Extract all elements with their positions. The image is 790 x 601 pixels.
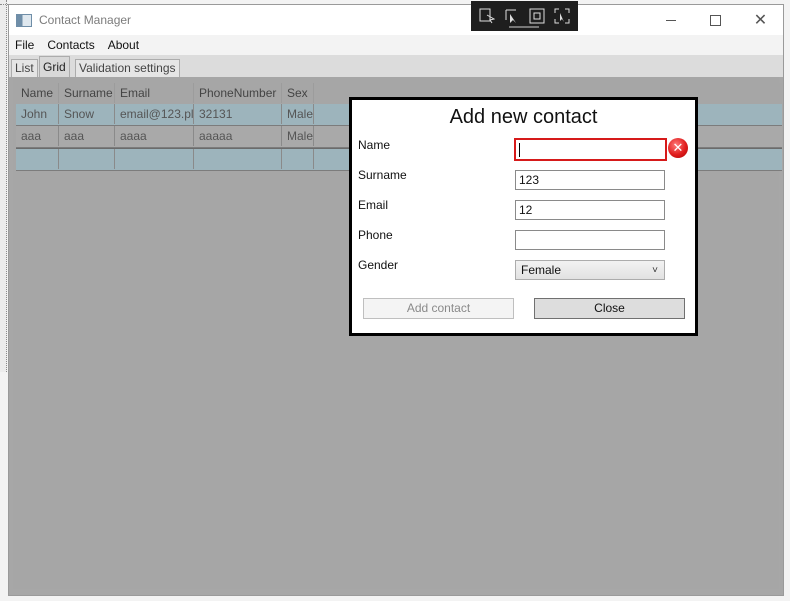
select-element-icon[interactable] xyxy=(478,7,496,25)
cell-sex[interactable]: Male xyxy=(282,104,314,124)
column-header-name[interactable]: Name xyxy=(16,83,59,103)
column-header-email[interactable]: Email xyxy=(115,83,194,103)
tab-list[interactable]: List xyxy=(11,59,38,77)
maximize-icon xyxy=(710,14,721,26)
gender-selected-value: Female xyxy=(521,263,562,277)
title-bar: Contact Manager ✕ xyxy=(9,5,783,35)
gender-select[interactable]: Female ˅ xyxy=(515,260,665,280)
phone-label: Phone xyxy=(358,228,393,242)
close-icon: ✕ xyxy=(753,12,768,29)
name-label: Name xyxy=(358,138,391,152)
column-header-phonenumber[interactable]: PhoneNumber xyxy=(194,83,282,103)
cell-email[interactable] xyxy=(115,149,194,169)
add-contact-dialog: Add new contact Name ✕ Surname 123 Email… xyxy=(349,97,698,336)
email-label: Email xyxy=(358,198,389,212)
window-controls: ✕ xyxy=(648,5,783,35)
column-header-sex[interactable]: Sex xyxy=(282,83,314,103)
close-window-button[interactable]: ✕ xyxy=(738,5,783,35)
cell-name[interactable] xyxy=(16,149,59,169)
track-focus-icon[interactable] xyxy=(553,7,571,25)
maximize-button[interactable] xyxy=(693,5,738,35)
column-header-surname[interactable]: Surname xyxy=(59,83,115,103)
cell-phonenumber[interactable]: aaaaa xyxy=(194,126,282,146)
add-contact-button[interactable]: Add contact xyxy=(363,298,514,319)
menu-file[interactable]: File xyxy=(9,38,41,52)
dialog-title: Add new contact xyxy=(449,106,598,128)
cell-sex[interactable] xyxy=(282,149,314,169)
cell-phonenumber[interactable]: 32131 xyxy=(194,104,282,124)
chevron-down-icon: ˅ xyxy=(652,265,658,276)
pointer-icon[interactable] xyxy=(503,7,521,25)
name-field[interactable] xyxy=(514,138,667,161)
layout-adorner-icon[interactable] xyxy=(528,7,546,25)
cell-surname[interactable]: aaa xyxy=(59,126,115,146)
xaml-runtime-toolbar xyxy=(471,1,578,31)
menu-bar: File Contacts About xyxy=(9,35,783,55)
tab-strip: List Grid Validation settings xyxy=(9,55,783,78)
validation-error-icon: ✕ xyxy=(668,138,688,158)
app-icon xyxy=(16,13,32,27)
text-caret xyxy=(519,142,520,157)
close-button[interactable]: Close xyxy=(534,298,685,319)
gender-label: Gender xyxy=(358,258,399,272)
toolbar-grip[interactable] xyxy=(509,26,539,28)
cell-phonenumber[interactable] xyxy=(194,149,282,169)
cell-email[interactable]: aaaa xyxy=(115,126,194,146)
tab-validation-settings[interactable]: Validation settings xyxy=(75,59,180,77)
designer-guide-left xyxy=(0,0,7,372)
cell-name[interactable]: John xyxy=(16,104,59,124)
cell-sex[interactable]: Male xyxy=(282,126,314,146)
cell-name[interactable]: aaa xyxy=(16,126,59,146)
surname-field[interactable]: 123 xyxy=(515,170,665,190)
email-field[interactable]: 12 xyxy=(515,200,665,220)
cell-email[interactable]: email@123.pl xyxy=(115,104,194,124)
window-title: Contact Manager xyxy=(39,13,132,27)
menu-contacts[interactable]: Contacts xyxy=(41,38,101,52)
menu-about[interactable]: About xyxy=(102,38,146,52)
phone-field[interactable] xyxy=(515,230,665,250)
cell-surname[interactable] xyxy=(59,149,115,169)
minimize-icon xyxy=(665,19,676,21)
minimize-button[interactable] xyxy=(648,5,693,35)
surname-label: Surname xyxy=(358,168,407,182)
cell-surname[interactable]: Snow xyxy=(59,104,115,124)
tab-grid[interactable]: Grid xyxy=(39,56,70,78)
